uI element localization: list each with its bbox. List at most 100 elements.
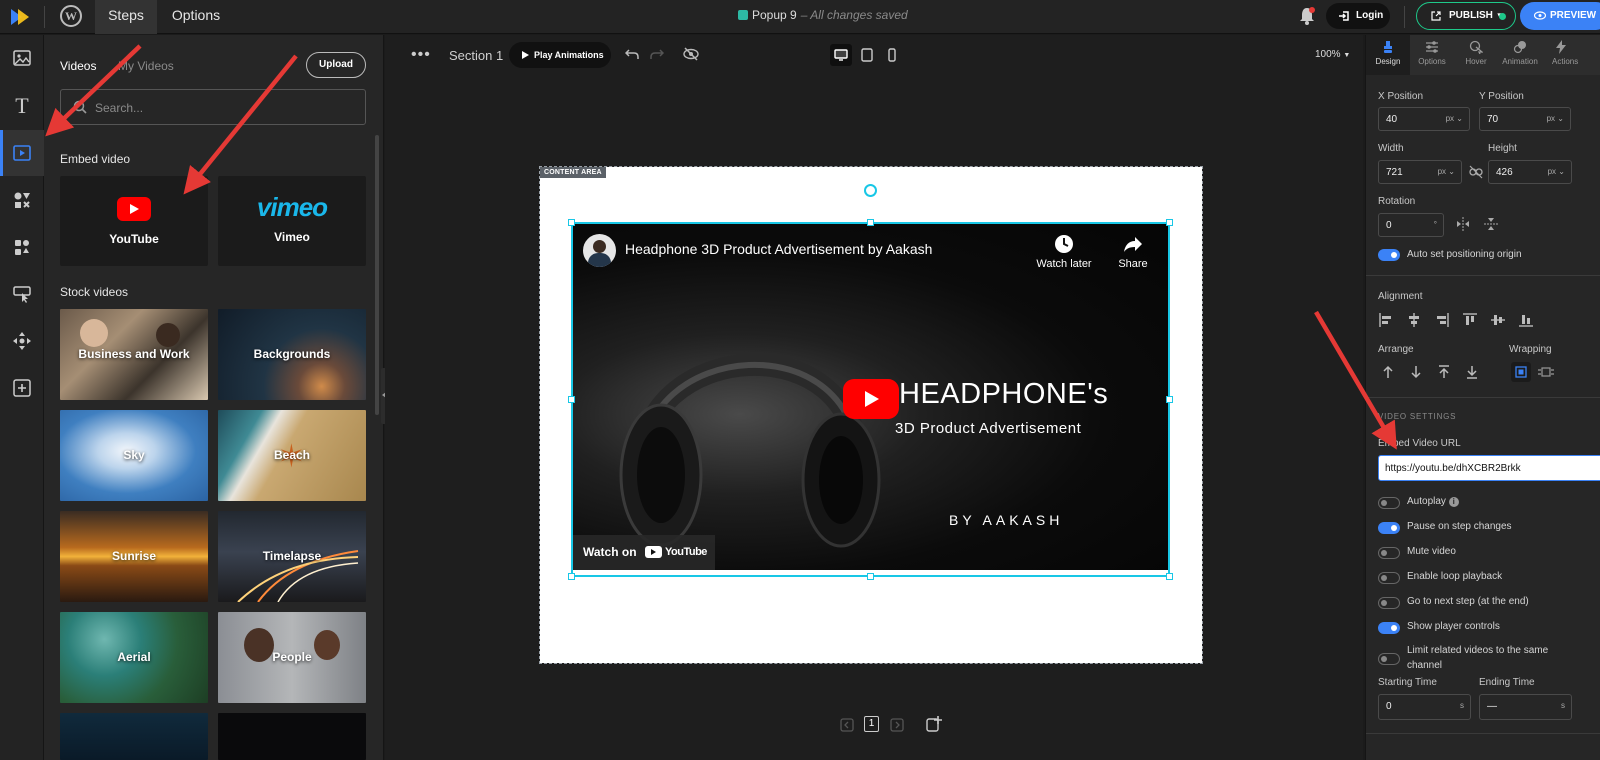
stock-item[interactable]: People xyxy=(218,612,366,703)
stock-item[interactable] xyxy=(218,713,366,760)
ending-time-input[interactable] xyxy=(1487,699,1543,714)
rail-forms[interactable] xyxy=(0,271,44,317)
device-mobile[interactable] xyxy=(881,44,903,66)
height-field[interactable]: px ⌄ xyxy=(1488,160,1572,184)
stock-item[interactable]: ✶ Beach xyxy=(218,410,366,501)
flip-vertical-icon[interactable] xyxy=(1484,217,1498,231)
notification-bell-icon[interactable] xyxy=(1298,6,1316,26)
app-logo-icon[interactable] xyxy=(8,5,32,29)
width-field[interactable]: px ⌄ xyxy=(1378,160,1462,184)
add-page-icon[interactable] xyxy=(926,716,942,732)
stock-item[interactable]: Backgrounds xyxy=(218,309,366,400)
tab-actions[interactable]: Actions xyxy=(1542,35,1600,75)
tab-animation[interactable]: Animation xyxy=(1498,35,1542,75)
resize-handle-s[interactable] xyxy=(867,573,874,580)
x-position-input[interactable] xyxy=(1386,112,1442,127)
embed-vimeo-card[interactable]: vimeo Vimeo xyxy=(218,176,366,266)
video-embed[interactable]: Headphone 3D Product Advertisement by Aa… xyxy=(573,224,1168,570)
login-button[interactable]: Login xyxy=(1326,3,1390,29)
height-input[interactable] xyxy=(1496,165,1552,180)
wordpress-icon[interactable]: W xyxy=(60,5,82,27)
embed-youtube-card[interactable]: YouTube xyxy=(60,176,208,266)
zoom-level[interactable]: 100% ▼ xyxy=(1315,49,1350,60)
resize-handle-w[interactable] xyxy=(568,396,575,403)
undo-icon[interactable] xyxy=(625,48,639,60)
rail-text[interactable]: T xyxy=(0,83,44,129)
align-right-icon[interactable] xyxy=(1434,312,1450,328)
unit-select[interactable]: px ⌄ xyxy=(1548,167,1565,176)
unit-select[interactable]: px ⌄ xyxy=(1446,114,1463,123)
video-play-button[interactable] xyxy=(843,379,899,419)
align-center-icon[interactable] xyxy=(1406,312,1422,328)
upload-button[interactable]: Upload xyxy=(306,52,366,78)
section-name[interactable]: Section 1 xyxy=(449,48,503,63)
panel-scrollbar[interactable] xyxy=(375,135,379,415)
redo-icon[interactable] xyxy=(650,48,664,60)
publish-button[interactable]: PUBLISH ▼ xyxy=(1416,2,1516,30)
resize-handle-se[interactable] xyxy=(1166,573,1173,580)
auto-origin-toggle[interactable] xyxy=(1378,249,1400,261)
next-step-toggle[interactable] xyxy=(1378,597,1400,609)
hide-eye-icon[interactable] xyxy=(683,47,699,61)
channel-avatar[interactable] xyxy=(583,234,616,267)
rail-images[interactable] xyxy=(0,35,44,81)
tab-options[interactable]: Options xyxy=(162,0,230,34)
width-input[interactable] xyxy=(1386,165,1442,180)
stock-item[interactable]: Timelapse xyxy=(218,511,366,602)
rotation-field[interactable]: ° xyxy=(1378,213,1444,237)
loop-playback-toggle[interactable] xyxy=(1378,572,1400,584)
resize-handle-ne[interactable] xyxy=(1166,219,1173,226)
next-page-icon[interactable] xyxy=(890,718,904,732)
wrap-inline-button[interactable] xyxy=(1511,362,1531,382)
unit-select[interactable]: px ⌄ xyxy=(1438,167,1455,176)
search-input[interactable] xyxy=(95,99,345,117)
y-position-field[interactable]: px ⌄ xyxy=(1479,107,1571,131)
ending-time-field[interactable]: s xyxy=(1479,694,1572,720)
stock-item[interactable]: Sky xyxy=(60,410,208,501)
video-title[interactable]: Headphone 3D Product Advertisement by Aa… xyxy=(625,241,932,257)
resize-handle-nw[interactable] xyxy=(568,219,575,226)
stock-item[interactable] xyxy=(60,713,208,760)
align-middle-icon[interactable] xyxy=(1490,312,1506,328)
align-left-icon[interactable] xyxy=(1378,312,1394,328)
play-animations-button[interactable]: Play Animations xyxy=(509,42,611,68)
rail-video[interactable] xyxy=(0,130,44,176)
rail-add[interactable] xyxy=(0,365,44,411)
current-page-number[interactable]: 1 xyxy=(864,716,879,732)
align-bottom-icon[interactable] xyxy=(1518,312,1534,328)
preview-button[interactable]: PREVIEW xyxy=(1520,2,1600,30)
tab-steps[interactable]: Steps xyxy=(95,0,157,34)
stock-item[interactable]: Business and Work xyxy=(60,309,208,400)
resize-handle-e[interactable] xyxy=(1166,396,1173,403)
tab-design[interactable]: Design xyxy=(1366,35,1410,75)
tab-videos[interactable]: Videos xyxy=(60,59,96,73)
align-top-icon[interactable] xyxy=(1462,312,1478,328)
aspect-link-icon[interactable] xyxy=(1468,164,1484,180)
content-area[interactable]: CONTENT AREA Headphone 3D Product Advert… xyxy=(539,166,1203,664)
wrap-around-icon[interactable] xyxy=(1538,366,1554,378)
tab-my-videos[interactable]: My Videos xyxy=(118,59,174,73)
device-desktop[interactable] xyxy=(830,44,852,66)
stock-item[interactable]: Sunrise xyxy=(60,511,208,602)
embed-url-field[interactable] xyxy=(1378,455,1600,481)
bring-to-front-icon[interactable] xyxy=(1436,364,1452,380)
x-position-field[interactable]: px ⌄ xyxy=(1378,107,1470,131)
starting-time-field[interactable]: s xyxy=(1378,694,1471,720)
video-search[interactable] xyxy=(60,89,366,125)
unit-select[interactable]: px ⌄ xyxy=(1547,114,1564,123)
rotation-input[interactable] xyxy=(1386,218,1426,233)
mute-video-toggle[interactable] xyxy=(1378,547,1400,559)
resize-handle-n[interactable] xyxy=(867,219,874,226)
limit-related-toggle[interactable] xyxy=(1378,653,1400,665)
tab-options[interactable]: Options xyxy=(1410,35,1454,75)
rail-shapes[interactable] xyxy=(0,177,44,223)
watch-on-youtube-button[interactable]: Watch on YouTube xyxy=(573,535,715,570)
share-button[interactable]: Share xyxy=(1113,234,1153,270)
bring-forward-icon[interactable] xyxy=(1380,364,1396,380)
device-tablet[interactable] xyxy=(856,44,878,66)
rail-navigation[interactable] xyxy=(0,318,44,364)
pause-on-step-toggle[interactable] xyxy=(1378,522,1400,534)
stock-item[interactable]: Aerial xyxy=(60,612,208,703)
flip-horizontal-icon[interactable] xyxy=(1456,217,1470,231)
tab-hover[interactable]: Hover xyxy=(1454,35,1498,75)
